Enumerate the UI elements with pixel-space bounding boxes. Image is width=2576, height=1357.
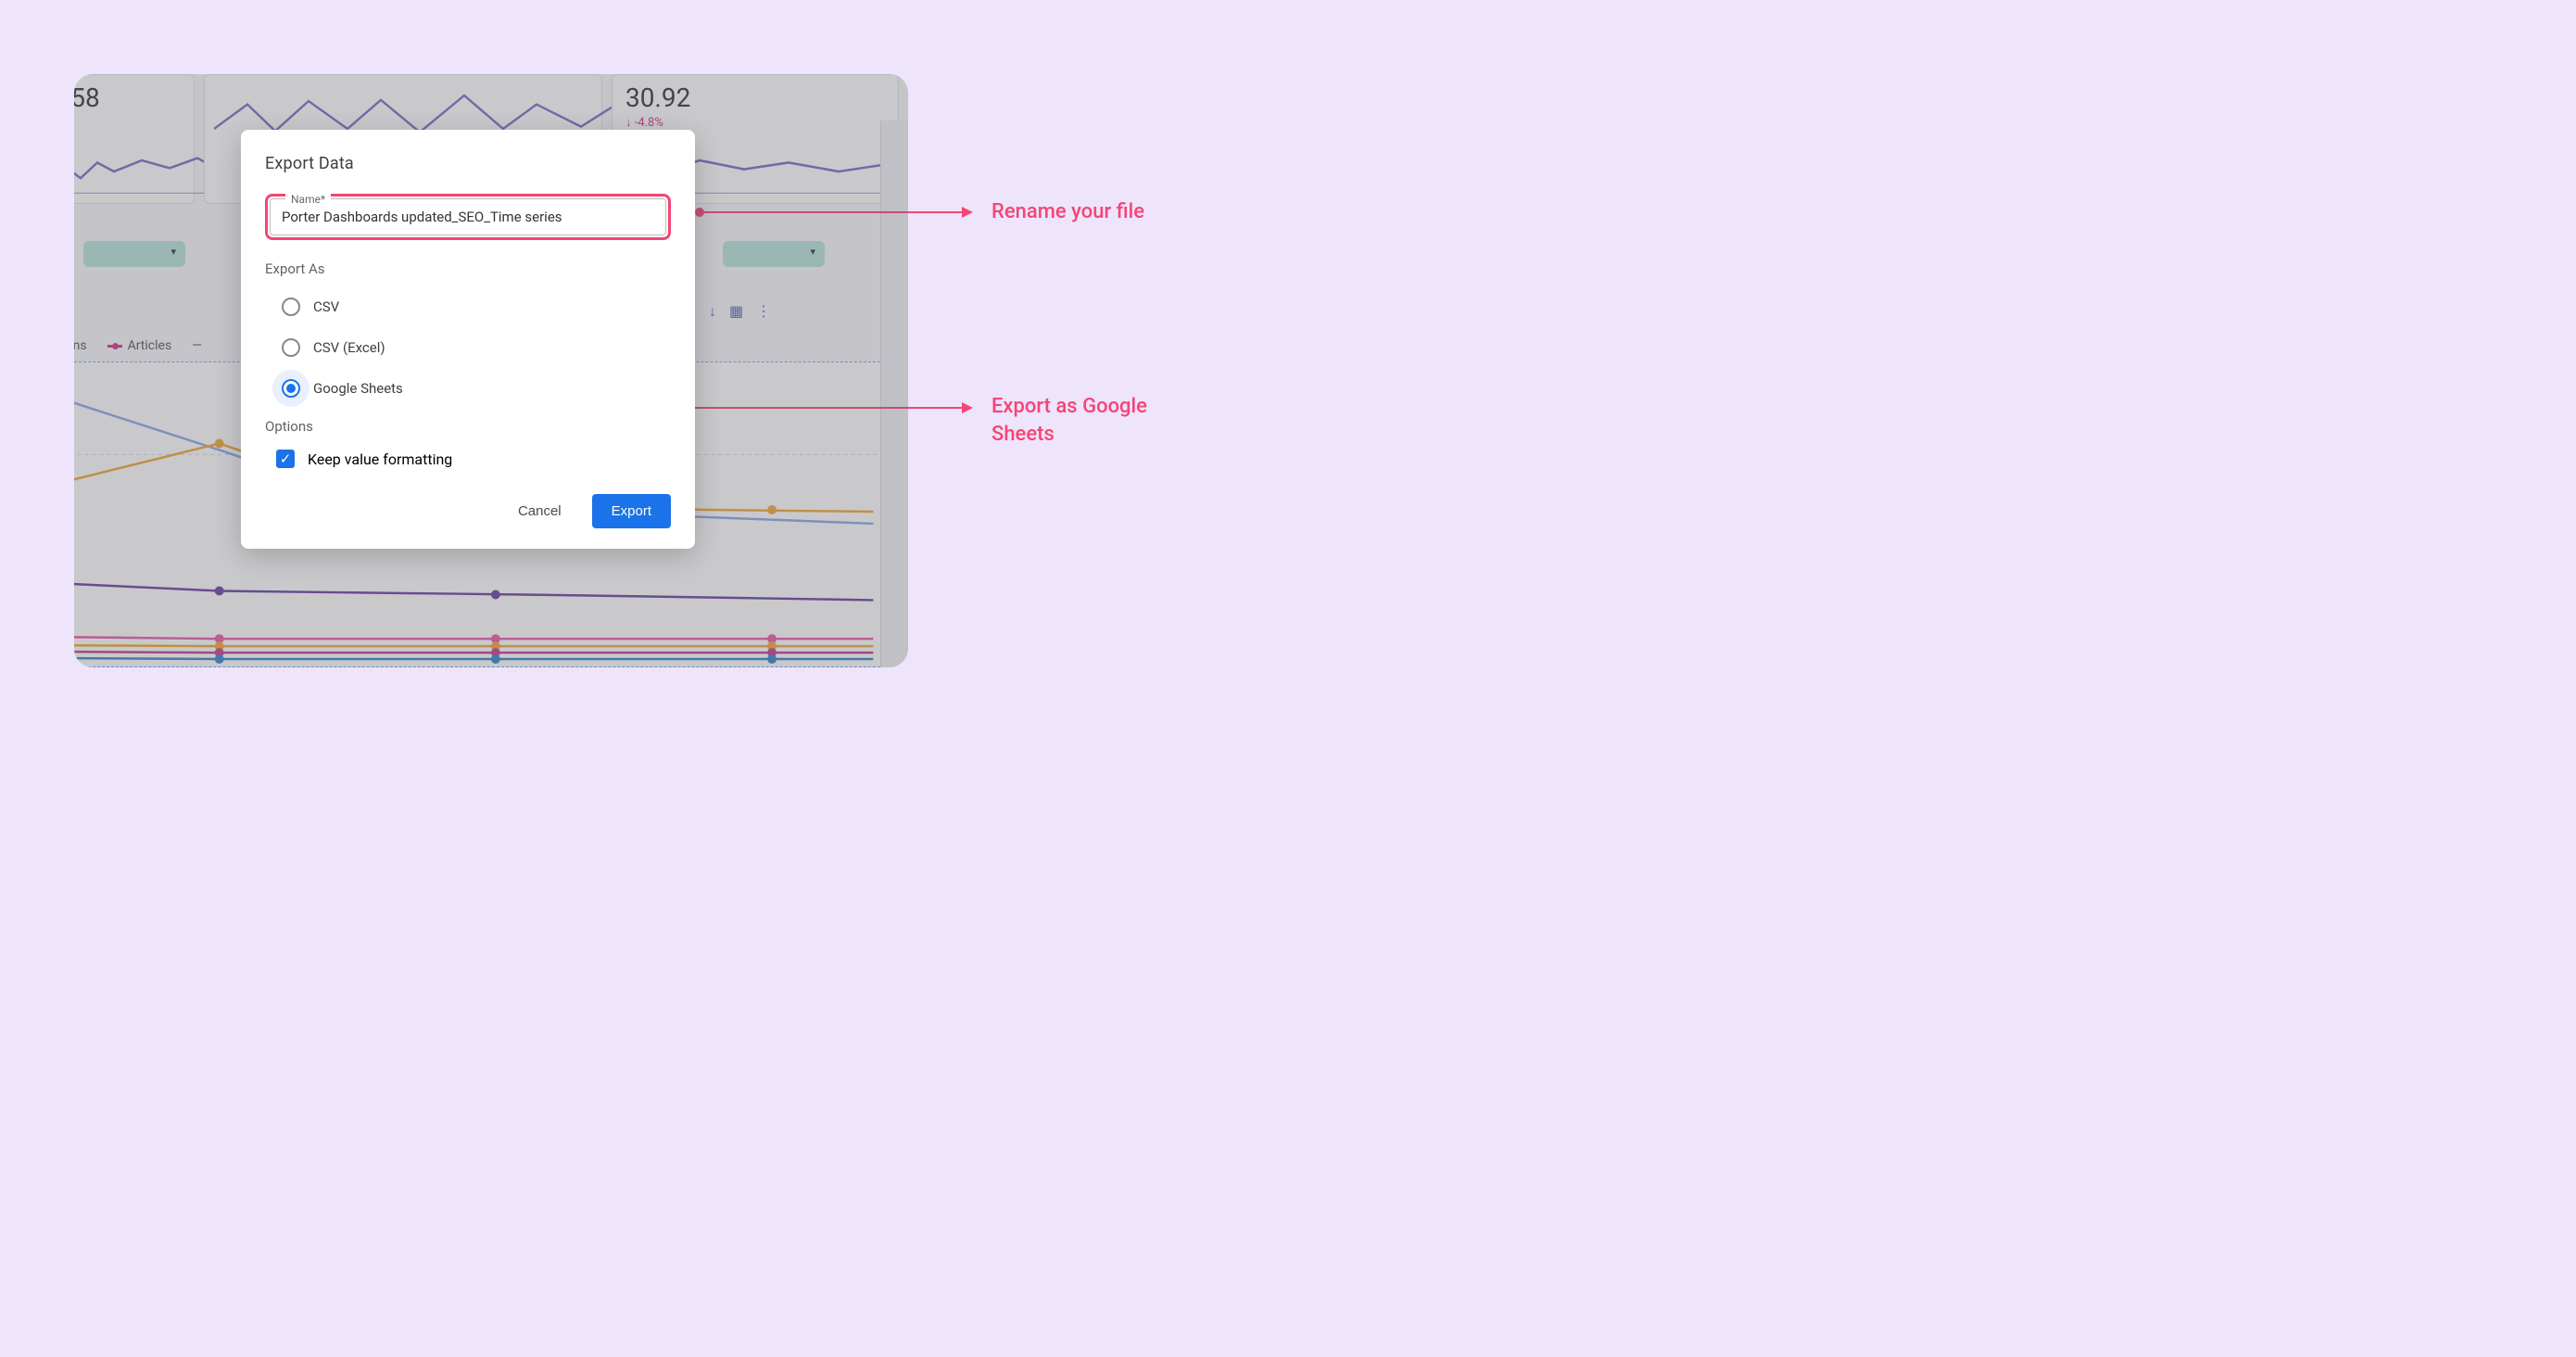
- cancel-button[interactable]: Cancel: [499, 494, 581, 528]
- chart-toolbar: ↓ ▦ ⋮: [709, 302, 771, 321]
- export-button[interactable]: Export: [592, 494, 671, 528]
- export-as-label: Export As: [265, 260, 671, 277]
- metric-delta: .2%: [74, 115, 181, 129]
- legend-item: —: [192, 338, 202, 353]
- keep-formatting-checkbox[interactable]: ✓ Keep value formatting: [265, 444, 671, 474]
- legend-marker-icon: [107, 345, 122, 348]
- metric-delta: ↓ -4.8%: [625, 115, 885, 130]
- menu-icon[interactable]: ⋮: [756, 302, 771, 321]
- sparkline: [74, 138, 214, 194]
- dialog-buttons: Cancel Export: [265, 494, 671, 528]
- name-input[interactable]: Name* Porter Dashboards updated_SEO_Time…: [270, 198, 666, 235]
- radio-google-sheets[interactable]: Google Sheets: [276, 368, 671, 409]
- side-panel: [880, 120, 908, 667]
- filter-chip[interactable]: [83, 241, 185, 267]
- name-field-highlight: Name* Porter Dashboards updated_SEO_Time…: [265, 194, 671, 240]
- radio-csv[interactable]: CSV: [276, 286, 671, 327]
- annotation-export-gs: Export as Google Sheets: [991, 393, 1214, 448]
- legend-item: isons: [74, 338, 87, 353]
- radio-icon: [282, 338, 300, 357]
- arrow-right-icon: [962, 402, 973, 413]
- sort-icon[interactable]: ↓: [709, 302, 716, 321]
- radio-icon: [282, 379, 300, 398]
- annotation-rename: Rename your file: [991, 198, 1144, 226]
- radio-icon: [282, 298, 300, 316]
- dialog-title: Export Data: [265, 154, 671, 173]
- name-input-value: Porter Dashboards updated_SEO_Time serie…: [282, 209, 562, 225]
- annotation-line: [702, 211, 964, 213]
- filter-chip[interactable]: [723, 241, 825, 267]
- metric-value: 30.92: [625, 82, 885, 113]
- chart-icon[interactable]: ▦: [729, 302, 743, 321]
- metric-value: ,058: [74, 82, 181, 113]
- radio-csv-excel[interactable]: CSV (Excel): [276, 327, 671, 368]
- name-input-label: Name*: [285, 193, 331, 206]
- checkbox-icon: ✓: [276, 450, 295, 468]
- metric-card: ,058 .2%: [74, 74, 195, 204]
- legend-item: Articles: [107, 338, 172, 353]
- export-as-group: CSV CSV (Excel) Google Sheets: [265, 286, 671, 409]
- screenshot-panel: ,058 .2% 30.92 ↓ -4.8% ↓ ▦: [74, 74, 908, 667]
- export-data-dialog: Export Data Name* Porter Dashboards upda…: [241, 130, 695, 549]
- options-label: Options: [265, 418, 671, 435]
- arrow-right-icon: [962, 207, 973, 218]
- chart-legend: isons Articles —: [74, 338, 202, 353]
